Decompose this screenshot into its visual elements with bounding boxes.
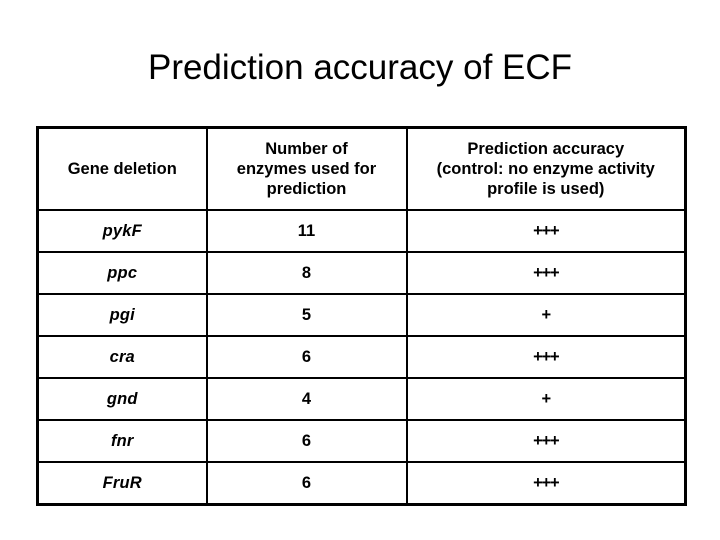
- cell-enzyme-count: 4: [205, 377, 408, 421]
- column-header-line: prediction: [266, 180, 347, 198]
- table-row: pykF 11 +++: [36, 209, 687, 253]
- table-row: ppc 8 +++: [36, 251, 687, 295]
- cell-enzyme-count: 11: [205, 209, 408, 253]
- column-header-line: Prediction accuracy: [467, 140, 625, 158]
- table-header-row: Gene deletion Number of enzymes used for…: [36, 126, 687, 211]
- column-header-enzyme-count: Number of enzymes used for prediction: [205, 126, 408, 211]
- cell-prediction-accuracy: +++: [405, 419, 687, 463]
- table-row: fnr 6 +++: [36, 419, 687, 463]
- cell-gene-name: FruR: [36, 461, 208, 506]
- cell-enzyme-count: 6: [205, 335, 408, 379]
- table-header: Gene deletion Number of enzymes used for…: [36, 126, 687, 211]
- cell-prediction-accuracy: +++: [405, 335, 687, 379]
- cell-prediction-accuracy: +++: [405, 461, 687, 506]
- column-header-line: Number of: [265, 140, 348, 158]
- prediction-accuracy-table-container: Gene deletion Number of enzymes used for…: [36, 126, 687, 506]
- cell-prediction-accuracy: +: [405, 293, 687, 337]
- table-row: pgi 5 +: [36, 293, 687, 337]
- cell-gene-name: cra: [36, 335, 208, 379]
- cell-gene-name: gnd: [36, 377, 208, 421]
- cell-enzyme-count: 8: [205, 251, 408, 295]
- cell-gene-name: ppc: [36, 251, 208, 295]
- cell-prediction-accuracy: +++: [405, 251, 687, 295]
- column-header-line: Gene deletion: [67, 160, 177, 178]
- cell-gene-name: fnr: [36, 419, 208, 463]
- cell-enzyme-count: 6: [205, 419, 408, 463]
- cell-prediction-accuracy: +: [405, 377, 687, 421]
- column-header-line: (control: no enzyme activity: [436, 160, 655, 178]
- column-header-line: enzymes used for: [236, 160, 377, 178]
- cell-enzyme-count: 6: [205, 461, 408, 506]
- column-header-prediction-accuracy: Prediction accuracy (control: no enzyme …: [405, 126, 687, 211]
- table-row: gnd 4 +: [36, 377, 687, 421]
- cell-gene-name: pgi: [36, 293, 208, 337]
- page-title: Prediction accuracy of ECF: [147, 48, 573, 87]
- table-row: FruR 6 +++: [36, 461, 687, 506]
- table-row: cra 6 +++: [36, 335, 687, 379]
- column-header-line: profile is used): [487, 180, 605, 198]
- column-header-gene-deletion: Gene deletion: [36, 126, 208, 211]
- cell-prediction-accuracy: +++: [405, 209, 687, 253]
- prediction-accuracy-table: Gene deletion Number of enzymes used for…: [36, 126, 687, 506]
- cell-enzyme-count: 5: [205, 293, 408, 337]
- cell-gene-name: pykF: [36, 209, 208, 253]
- slide-canvas: Prediction accuracy of ECF Gene deletion…: [0, 0, 720, 540]
- table-body: pykF 11 +++ ppc 8 +++ pgi 5 + cra 6 +++ …: [36, 209, 687, 506]
